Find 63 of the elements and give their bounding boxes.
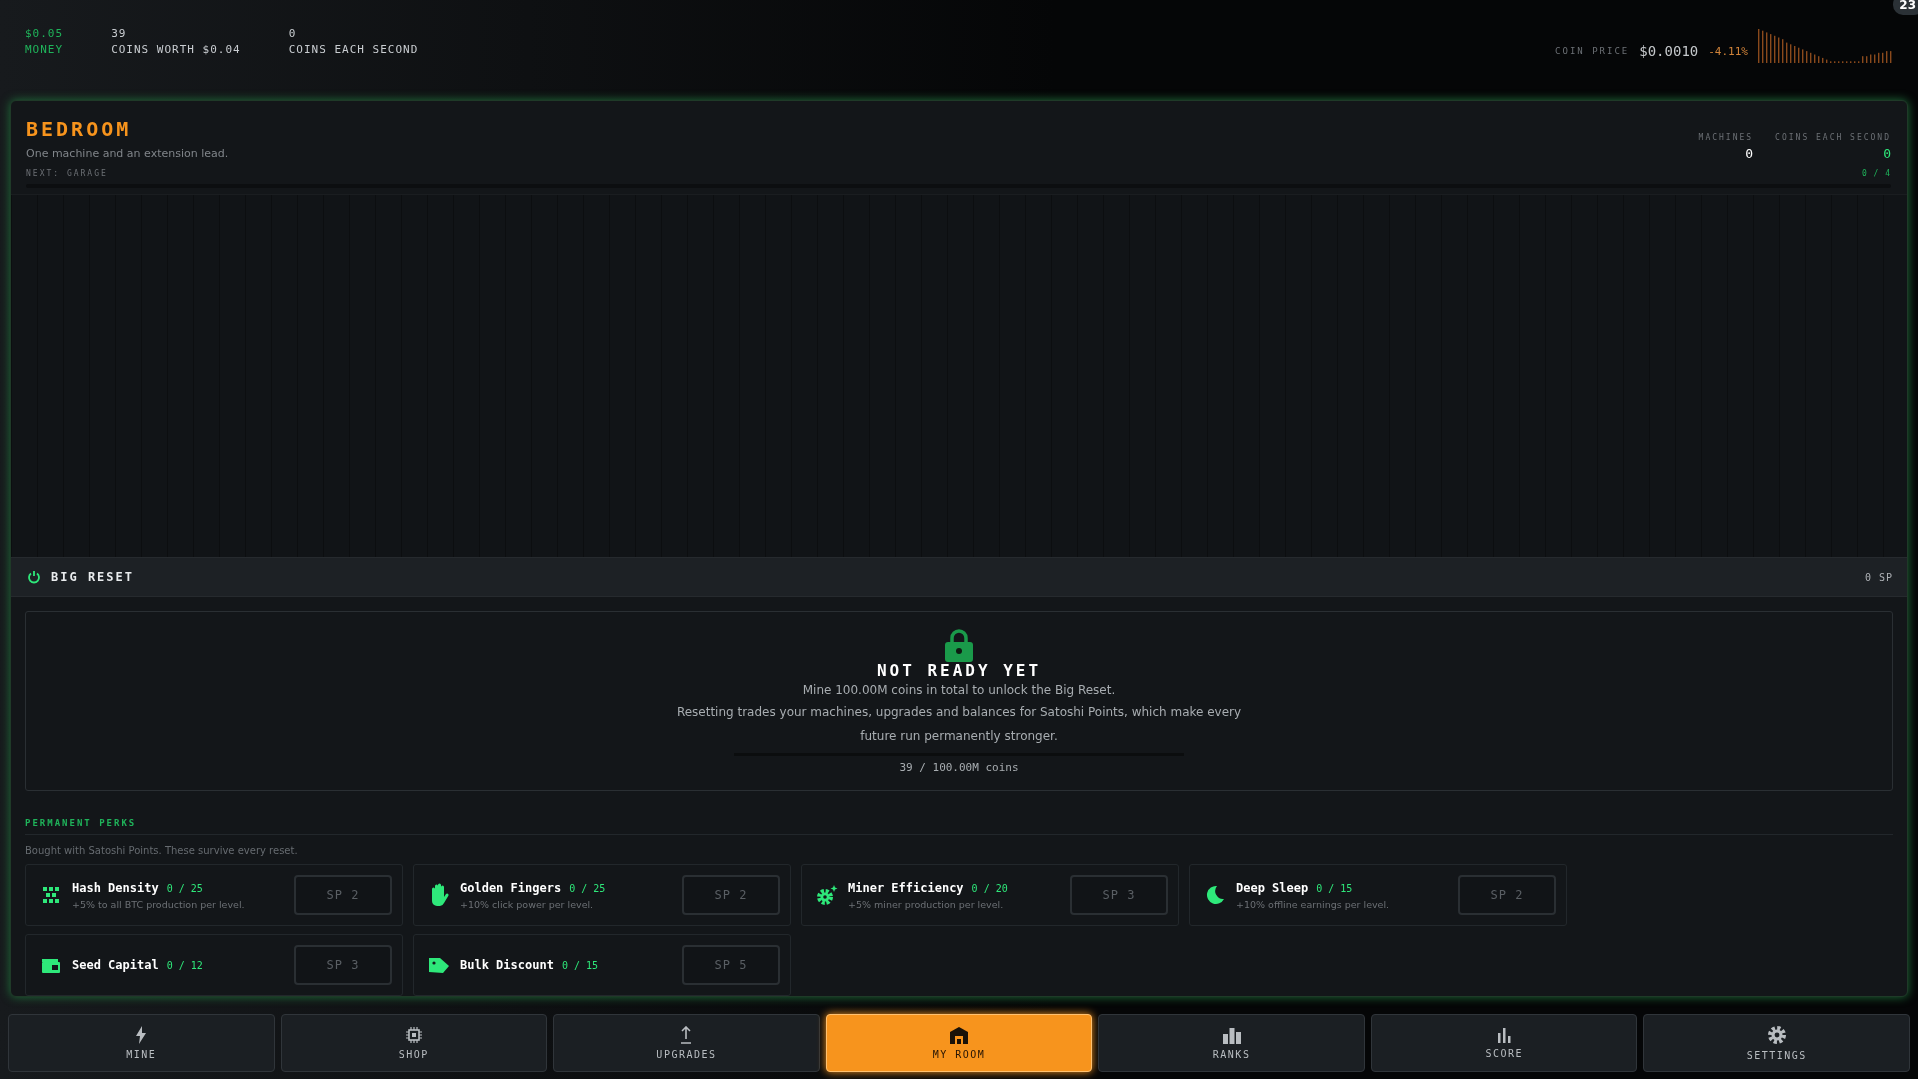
upload-icon <box>680 1026 693 1044</box>
reset-points: 0 SP <box>1864 571 1893 583</box>
perk-level: 0 / 20 <box>971 882 1008 894</box>
garage-icon <box>949 1026 969 1044</box>
perks-heading: PERMANENT PERKS <box>25 818 137 828</box>
room-stat-label: COINS EACH SECOND <box>1775 133 1891 142</box>
wallet-icon <box>40 956 62 974</box>
next-room-label: NEXT: GARAGE <box>26 169 108 178</box>
moon-icon <box>1204 885 1226 905</box>
room-stat-label: MACHINES <box>1698 133 1754 142</box>
perks-subtitle: Bought with Satoshi Points. These survive every reset. <box>25 845 299 856</box>
stat-value: 0 <box>288 26 298 40</box>
stat-value: $0.05 <box>25 26 64 40</box>
perk-level: 0 / 15 <box>1316 882 1353 894</box>
nav-tab[interactable]: MINE <box>8 1014 275 1072</box>
nav-tab[interactable]: MY ROOM <box>825 1014 1093 1072</box>
coin-price: $0.0010 <box>1639 43 1699 59</box>
room-stat-value: 0 <box>1883 146 1891 161</box>
lock-icon <box>944 628 974 662</box>
perk-name: Bulk Discount <box>460 958 554 972</box>
coin-price-label: COIN PRICE <box>1555 46 1630 56</box>
reset-explanation: Resetting trades your machines, upgrades and balances for Satoshi Points, which make every future run permanently stronger. <box>675 704 1243 745</box>
price-change: -4.11% <box>1708 45 1748 58</box>
perk-level: 0 / 25 <box>166 882 203 894</box>
bar-chart-icon <box>1496 1027 1513 1043</box>
stat-label: COINS EACH SECOND <box>288 42 419 56</box>
gear-icon <box>816 884 838 906</box>
nav-tab[interactable]: SETTINGS <box>1643 1014 1911 1072</box>
perk-description: +10% offline earnings per level. <box>1236 898 1391 910</box>
nav-tab[interactable]: SHOP <box>280 1014 548 1072</box>
nav-tab[interactable]: SCORE <box>1370 1014 1638 1072</box>
perk-name: Golden Fingers <box>460 880 562 895</box>
perk-level: 0 / 12 <box>166 960 203 971</box>
reset-progress-text: 39 / 100.00M coins <box>899 761 1019 774</box>
room-progress-count: 0 / 4 <box>1861 169 1891 178</box>
stat-label: MONEY <box>25 42 64 56</box>
perk-level: 0 / 25 <box>569 882 606 894</box>
perk-description: +5% to all BTC production per level. <box>72 898 246 910</box>
podium-icon <box>1221 1026 1242 1044</box>
big-reset-title: BIG RESET <box>51 570 135 584</box>
room-title: BEDROOM <box>26 117 133 141</box>
perk-name: Miner Efficiency <box>848 880 964 895</box>
perk-description: +10% click power per level. <box>460 898 595 910</box>
chip-icon <box>404 1026 423 1044</box>
stat-value: 39 <box>111 26 128 40</box>
perk-description: +5% miner production per level. <box>848 898 1005 910</box>
perk-level: 0 / 15 <box>561 960 599 971</box>
settings-icon <box>1766 1025 1787 1045</box>
bolt-icon <box>135 1026 148 1044</box>
counter-badge: 23 <box>1893 0 1918 15</box>
requirement-text: Mine 100.00M coins in total to unlock the Big Reset. <box>802 683 1116 697</box>
nav-tab[interactable]: UPGRADES <box>553 1014 820 1072</box>
perk-name: Hash Density <box>72 880 159 895</box>
stat-label: COINS WORTH $0.04 <box>111 42 241 56</box>
room-subtitle: One machine and an extension lead. <box>26 147 229 160</box>
tag-icon <box>428 956 450 974</box>
not-ready-heading: NOT READY YET <box>876 661 1042 680</box>
nav-tab[interactable]: RANKS <box>1098 1014 1365 1072</box>
perk-name: Deep Sleep <box>1236 880 1309 895</box>
room-stat-value: 0 <box>1745 146 1754 161</box>
dot-grid-icon <box>40 886 62 904</box>
power-icon <box>27 570 41 584</box>
perk-name: Seed Capital <box>72 958 159 972</box>
